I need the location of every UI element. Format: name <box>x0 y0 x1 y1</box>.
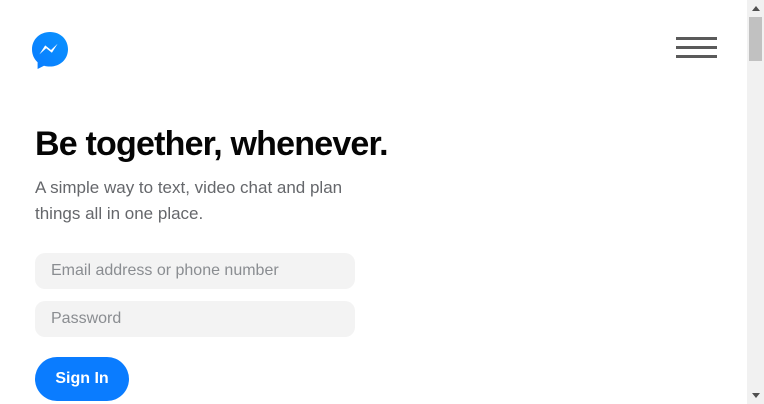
vertical-scrollbar[interactable] <box>747 0 764 404</box>
scroll-down-arrow-icon[interactable] <box>747 387 764 404</box>
hamburger-menu-icon[interactable] <box>676 36 718 62</box>
menu-line <box>676 46 717 49</box>
password-field[interactable] <box>35 301 355 337</box>
menu-line <box>676 55 717 58</box>
page-title: Be together, whenever. <box>35 125 389 163</box>
sign-in-button[interactable]: Sign In <box>35 357 129 401</box>
email-field[interactable] <box>35 253 355 289</box>
scroll-up-arrow-icon[interactable] <box>747 0 764 17</box>
messenger-logo-svg <box>32 32 68 69</box>
scrollbar-thumb[interactable] <box>749 17 762 61</box>
messenger-logo-icon[interactable] <box>30 30 70 70</box>
page-subtitle: A simple way to text, video chat and pla… <box>35 178 343 223</box>
menu-line <box>676 37 717 40</box>
main-content: Be together, whenever. A simple way to t… <box>0 0 747 404</box>
page: Be together, whenever. A simple way to t… <box>0 0 764 404</box>
